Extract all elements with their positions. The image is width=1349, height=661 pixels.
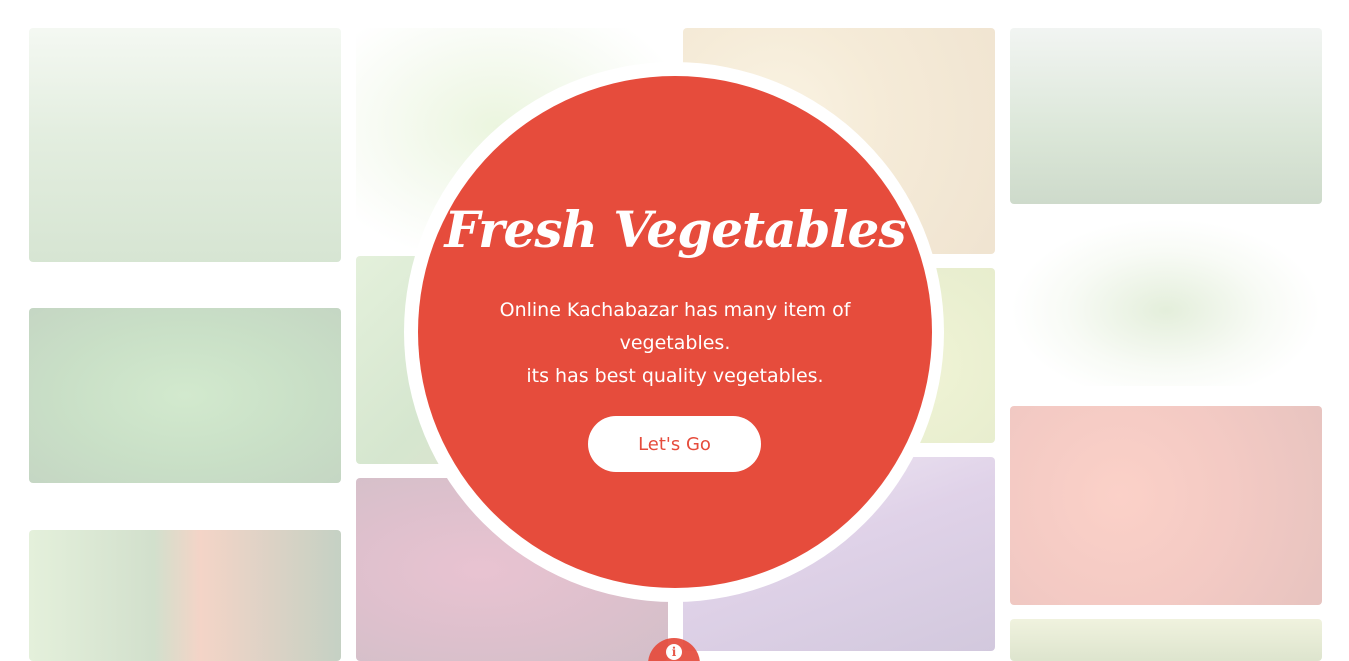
gallery-image-tomatoes bbox=[1010, 406, 1322, 605]
hero-description-line-2: its has best quality vegetables. bbox=[526, 365, 824, 387]
gallery-image-long-beans bbox=[1010, 218, 1322, 386]
hero-description: Online Kachabazar has many item of veget… bbox=[478, 294, 872, 393]
hero-section: Fresh Vegetables Online Kachabazar has m… bbox=[0, 0, 1349, 661]
lets-go-button[interactable]: Let's Go bbox=[588, 416, 761, 472]
gallery-image-capsicum bbox=[29, 530, 341, 661]
gallery-image-bottle-gourd bbox=[29, 28, 341, 262]
info-icon: i bbox=[666, 644, 682, 660]
gallery-image-green-chili bbox=[29, 308, 341, 483]
hero-circle: Fresh Vegetables Online Kachabazar has m… bbox=[418, 76, 932, 588]
hero-description-line-1: Online Kachabazar has many item of veget… bbox=[499, 299, 851, 354]
hero-title: Fresh Vegetables bbox=[444, 200, 907, 259]
gallery-image-market-greens bbox=[1010, 28, 1322, 204]
gallery-image-cucumber bbox=[1010, 619, 1322, 661]
